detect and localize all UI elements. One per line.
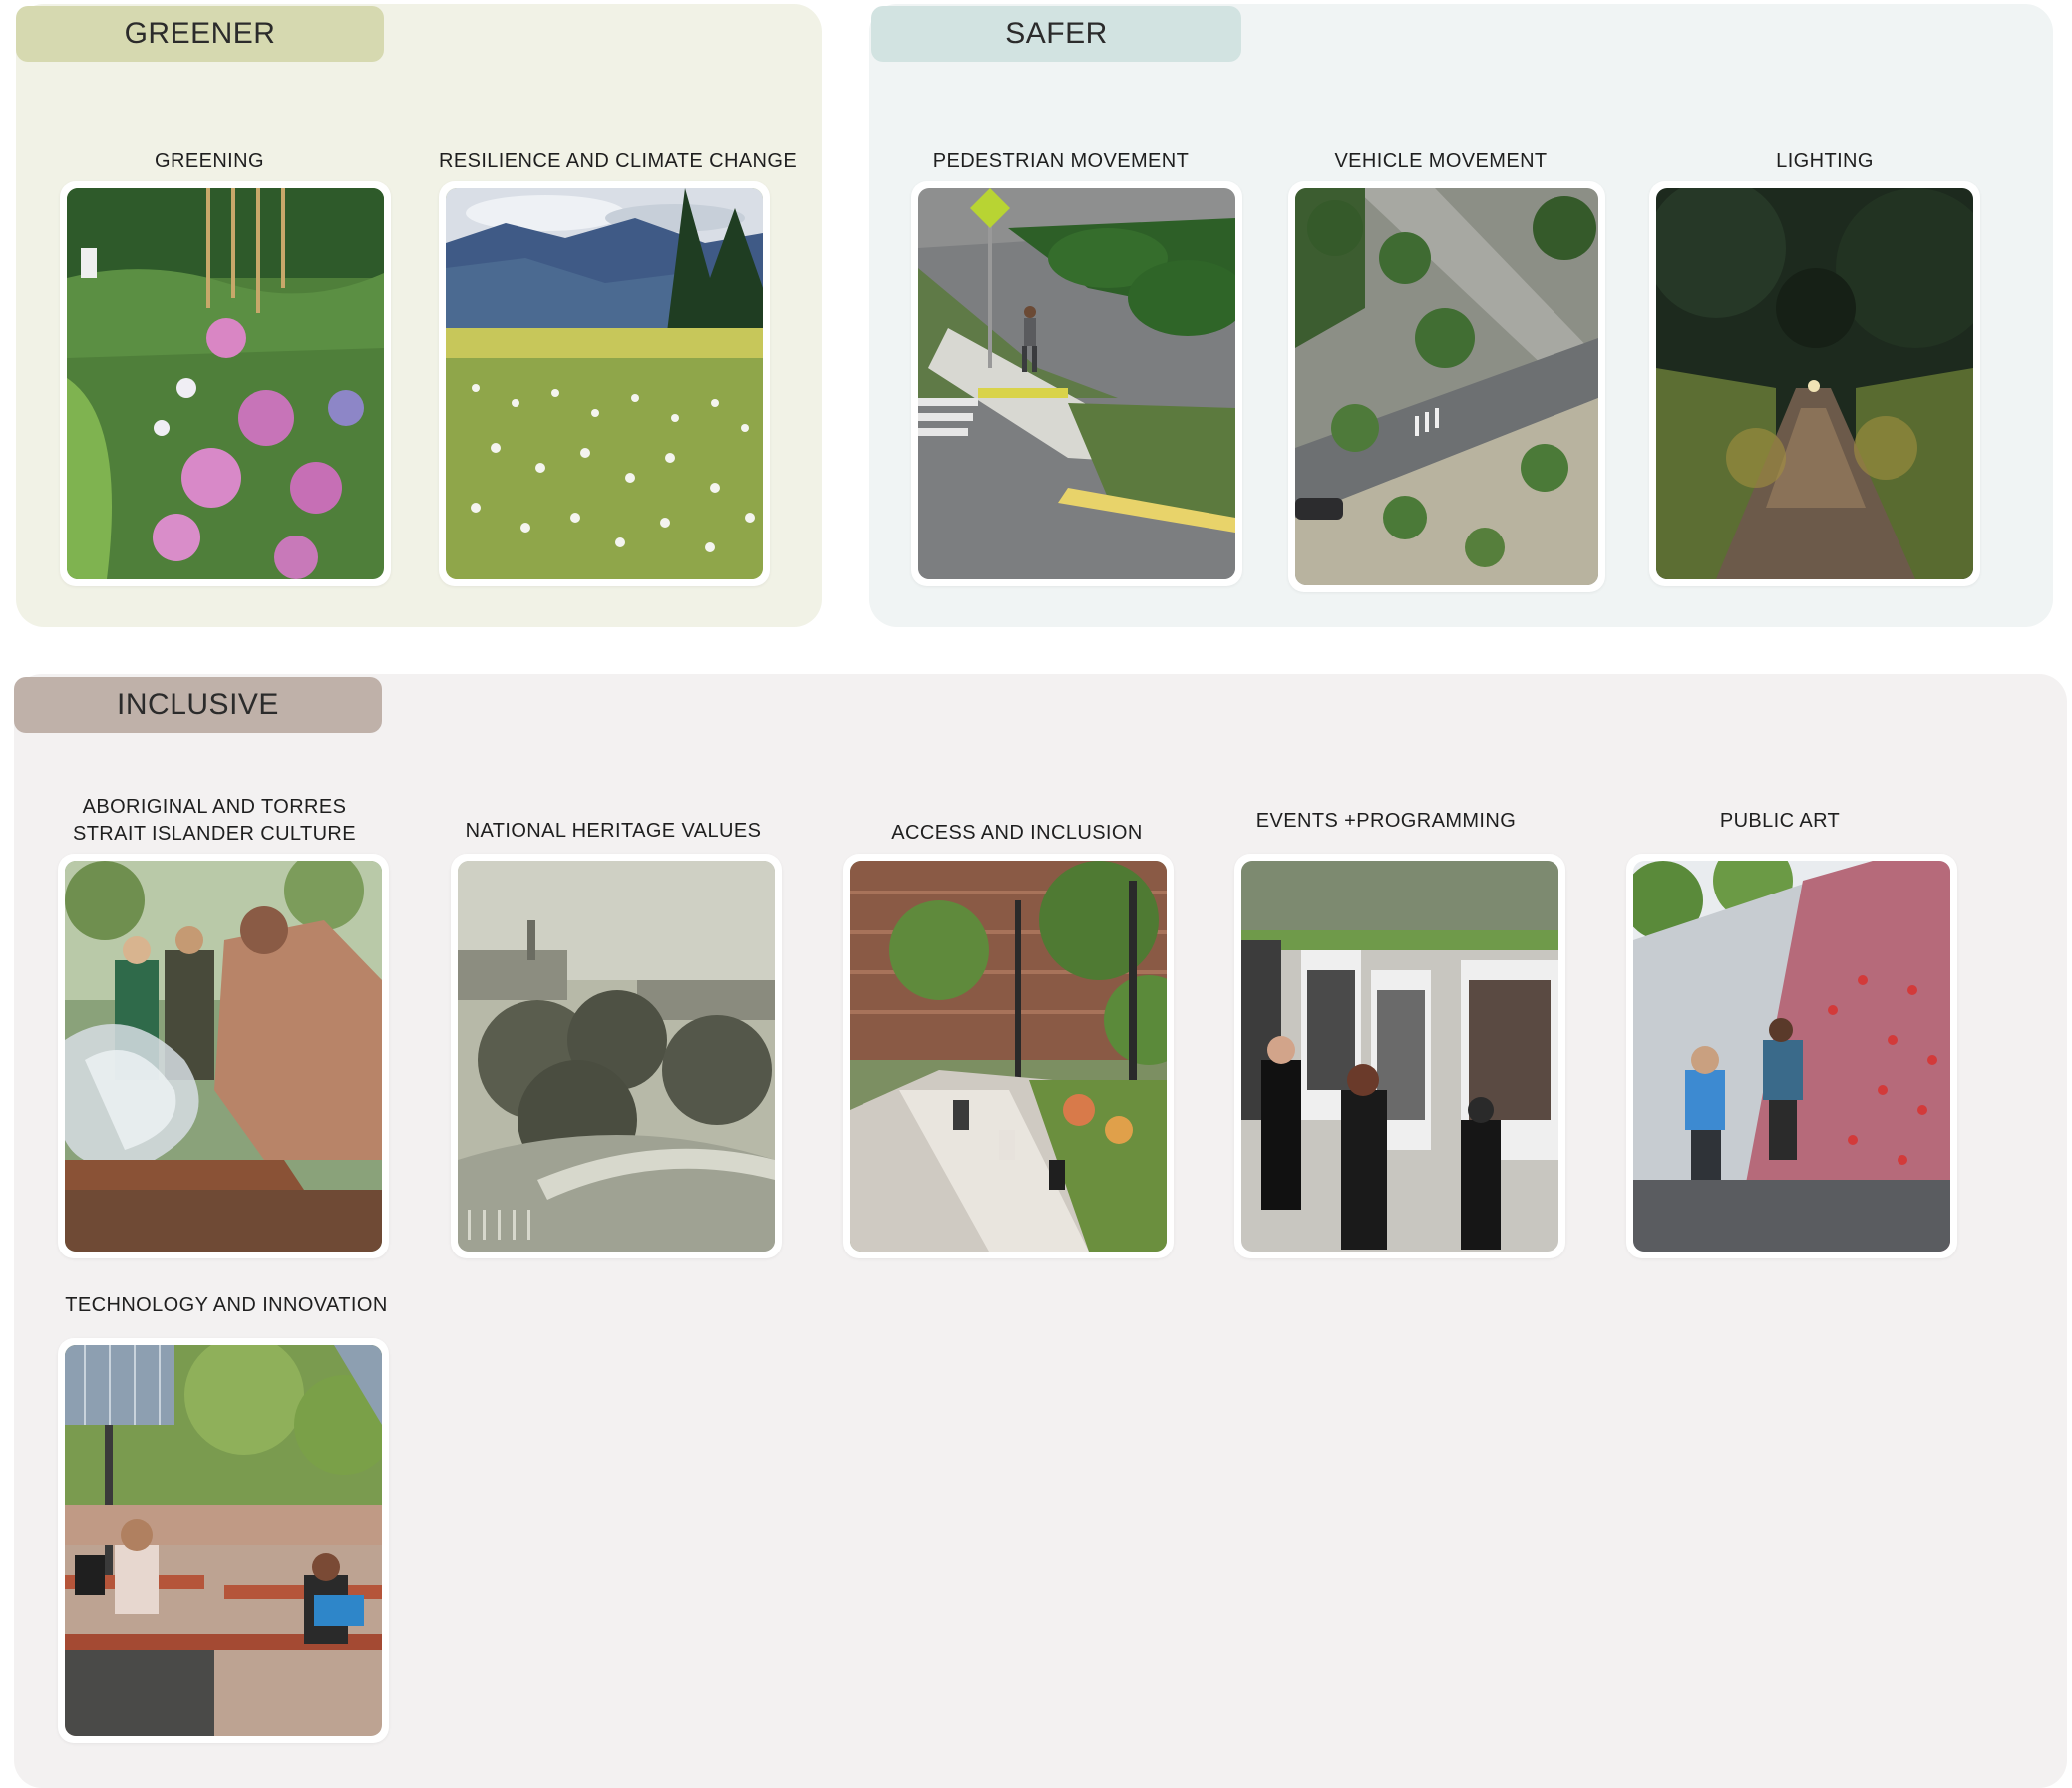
access-caption: ACCESS AND INCLUSION [891,822,1143,844]
lighting-caption: LIGHTING [1776,150,1874,172]
resilience-caption: RESILIENCE AND CLIMATE CHANGE [439,150,798,172]
historic-park-photo [458,861,775,1252]
pedestrian-crossing-photo [918,188,1235,579]
vehicle-card [1288,181,1605,592]
aboriginal-caption: ABORIGINAL AND TORRES STRAIT ISLANDER CU… [60,794,369,848]
aboriginal-caption-line-2: STRAIT ISLANDER CULTURE [72,823,357,845]
lit-path-photo [1656,188,1973,579]
aboriginal-caption-line-1: ABORIGINAL AND TORRES [82,796,347,818]
greening-card [60,181,391,586]
pedestrian-caption: PEDESTRIAN MOVEMENT [932,150,1190,172]
greener-section-title: GREENER [16,6,384,62]
heritage-caption: NATIONAL HERITAGE VALUES [465,820,762,842]
flower-meadow-photo [67,188,384,579]
events-caption: EVENTS +PROGRAMMING [1255,810,1517,832]
aboriginal-card [58,854,389,1258]
inclusive-section-title: INCLUSIVE [14,677,382,733]
public-art-card [1626,854,1957,1258]
street-aerial-photo [1295,188,1598,585]
pedestrian-card [911,181,1242,586]
solar-plaza-photo [65,1345,382,1736]
heritage-card [451,854,782,1258]
access-card [843,854,1174,1258]
vehicle-caption: VEHICLE MOVEMENT [1334,150,1548,172]
greening-caption: GREENING [155,150,264,172]
outdoor-exhibition-photo [1241,861,1558,1252]
garden-seating-photo [850,861,1167,1252]
lighting-card [1649,181,1980,586]
technology-card [58,1338,389,1743]
technology-caption: TECHNOLOGY AND INNOVATION [65,1294,388,1316]
smoking-ceremony-photo [65,861,382,1252]
resilience-card [439,181,770,586]
public-art-caption: PUBLIC ART [1719,810,1841,832]
safer-section-title: SAFER [871,6,1241,62]
events-card [1234,854,1565,1258]
alpine-meadow-photo [446,188,763,579]
climbing-wall-art-photo [1633,861,1950,1252]
